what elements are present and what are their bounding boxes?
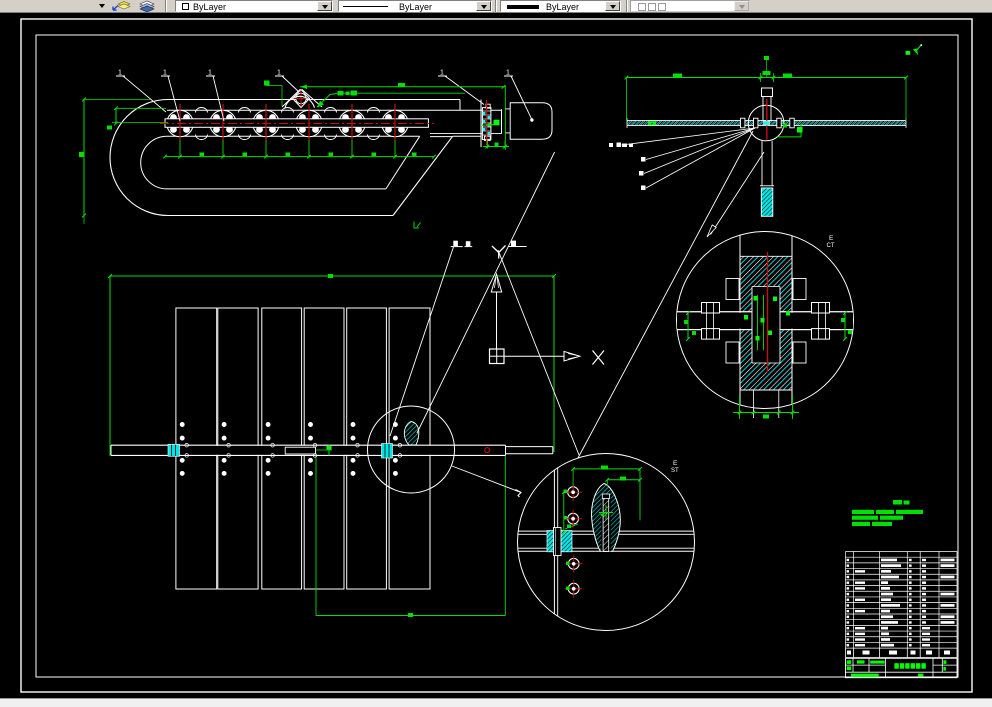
svg-text:1: 1 (208, 70, 212, 77)
svg-text:1: 1 (118, 70, 122, 77)
svg-text:1: 1 (440, 70, 444, 77)
svg-text:1: 1 (506, 70, 510, 77)
svg-text:1: 1 (163, 70, 167, 77)
svg-text:1: 1 (277, 70, 281, 77)
svg-text:CT: CT (827, 243, 835, 249)
svg-text:E: E (673, 460, 678, 467)
svg-text:ST: ST (671, 468, 679, 474)
svg-text:E: E (829, 235, 834, 242)
